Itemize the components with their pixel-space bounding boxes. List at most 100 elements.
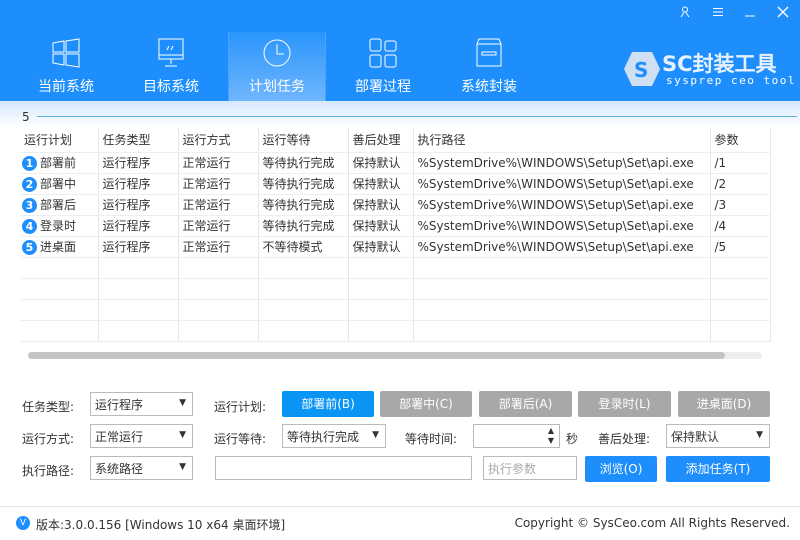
col-header[interactable]: 善后处理	[348, 128, 414, 153]
table-cell: 不等待模式	[258, 236, 349, 258]
task-type-select[interactable]: 运行程序 ▼	[90, 392, 193, 416]
blocks-icon	[369, 38, 397, 68]
dropdown-arrow-icon: ▼	[756, 430, 763, 440]
col-header[interactable]: 任务类型	[98, 128, 179, 153]
clock-icon	[263, 39, 291, 67]
run-mode-select[interactable]: 正常运行 ▼	[90, 424, 193, 448]
table-row[interactable]: 4 登录时 运行程序 正常运行 等待执行完成 保持默认 %SystemDrive%\WIND…	[20, 215, 771, 237]
col-header[interactable]: 参数	[710, 128, 771, 153]
table-cell: /5	[710, 236, 771, 258]
table-cell	[98, 320, 179, 342]
add-task-button[interactable]: 添加任务(T)	[666, 456, 770, 482]
plan-desktop-button[interactable]: 进桌面(D)	[678, 391, 770, 417]
table-cell	[710, 278, 771, 300]
close-icon[interactable]	[773, 6, 793, 22]
path-input[interactable]	[215, 456, 472, 480]
header: 当前系统 目标系统 计划任务 部署过程 系统封装 S SC封装工具 syspre…	[0, 0, 800, 101]
col-header[interactable]: 执行路径	[413, 128, 711, 153]
table-cell: 保持默认	[348, 173, 414, 195]
horizontal-scrollbar[interactable]	[28, 352, 762, 359]
table-cell: 等待执行完成	[258, 194, 349, 216]
plan-during-deploy-button[interactable]: 部署中(C)	[380, 391, 472, 417]
table-cell	[178, 278, 259, 300]
table-cell: 保持默认	[348, 194, 414, 216]
tab-label: 当前系统	[38, 79, 94, 95]
tab-current-system[interactable]: 当前系统	[17, 32, 115, 101]
table-row[interactable]: 2 部署中 运行程序 正常运行 等待执行完成 保持默认 %SystemDrive%\WIND…	[20, 173, 771, 195]
table-cell	[348, 320, 414, 342]
selected-value: 正常运行	[95, 430, 144, 444]
table-cell	[258, 257, 349, 279]
selected-value: 系统路径	[95, 462, 144, 476]
table-cell	[98, 299, 179, 321]
table-cell	[413, 320, 711, 342]
table-cell: 等待执行完成	[258, 215, 349, 237]
task-type-label: 任务类型:	[22, 400, 75, 414]
browse-button[interactable]: 浏览(O)	[585, 456, 657, 482]
table-cell	[20, 257, 99, 279]
spin-arrows-icon[interactable]: ▲ ▼	[548, 426, 554, 446]
after-label: 善后处理:	[598, 432, 651, 446]
table-cell	[413, 299, 711, 321]
table-cell	[178, 257, 259, 279]
table-cell: 3 部署后	[20, 194, 99, 216]
table-cell: 运行程序	[98, 194, 179, 216]
table-cell: 正常运行	[178, 215, 259, 237]
table-cell: 等待执行完成	[258, 173, 349, 195]
table-cell	[413, 257, 711, 279]
scrollbar-thumb[interactable]	[28, 352, 725, 359]
table-row[interactable]	[20, 257, 771, 279]
table-cell	[178, 299, 259, 321]
table-row[interactable]: 5 进桌面 运行程序 正常运行 不等待模式 保持默认 %SystemDrive%\WINDO…	[20, 236, 771, 258]
table-row[interactable]	[20, 320, 771, 342]
table-cell: %SystemDrive%\WINDOWS\Setup\Set\api.exe	[413, 173, 711, 195]
tab-target-system[interactable]: 目标系统	[122, 32, 220, 101]
tab-system-package[interactable]: 系统封装	[440, 32, 538, 101]
version-text: 版本:3.0.0.156 [Windows 10 x64 桌面环境]	[36, 518, 286, 532]
col-header[interactable]: 运行等待	[258, 128, 349, 153]
plan-after-deploy-button[interactable]: 部署后(A)	[479, 391, 572, 417]
table-cell	[348, 257, 414, 279]
table-row[interactable]	[20, 278, 771, 300]
params-input[interactable]: 执行参数	[483, 456, 577, 480]
menu-icon[interactable]	[708, 6, 728, 22]
col-header[interactable]: 运行计划	[20, 128, 99, 153]
plan-login-button[interactable]: 登录时(L)	[578, 391, 671, 417]
cell-text: 部署后	[40, 198, 77, 212]
col-header[interactable]: 运行方式	[178, 128, 259, 153]
path-type-select[interactable]: 系统路径 ▼	[90, 456, 193, 480]
wait-time-stepper[interactable]: ▲ ▼	[473, 424, 560, 448]
table-cell: 正常运行	[178, 152, 259, 174]
version-icon: V	[16, 516, 30, 530]
tab-deploy-process[interactable]: 部署过程	[334, 32, 432, 101]
after-select[interactable]: 保持默认 ▼	[666, 424, 770, 448]
table-row[interactable]: 3 部署后 运行程序 正常运行 等待执行完成 保持默认 %SystemDrive%\WIND…	[20, 194, 771, 216]
user-icon[interactable]	[675, 6, 695, 22]
plan-before-deploy-button[interactable]: 部署前(B)	[282, 391, 374, 417]
run-wait-select[interactable]: 等待执行完成 ▼	[282, 424, 386, 448]
minimize-icon[interactable]	[740, 6, 760, 22]
table-row[interactable]: 1 部署前 运行程序 正常运行 等待执行完成 保持默认 %SystemDrive%\WIND…	[20, 152, 771, 174]
table-cell	[178, 320, 259, 342]
row-number-badge: 1	[22, 156, 37, 171]
table-cell	[348, 299, 414, 321]
cell-text: 登录时	[40, 219, 77, 233]
tab-scheduled-tasks[interactable]: 计划任务	[228, 32, 326, 101]
table-cell: %SystemDrive%\WINDOWS\Setup\Set\api.exe	[413, 194, 711, 216]
run-plan-label: 运行计划:	[214, 400, 267, 414]
tab-label: 部署过程	[355, 79, 411, 95]
table-cell	[710, 299, 771, 321]
table-cell: 1 部署前	[20, 152, 99, 174]
table-cell	[348, 278, 414, 300]
table-cell	[258, 320, 349, 342]
run-wait-label: 运行等待:	[214, 432, 267, 446]
table-cell	[20, 299, 99, 321]
path-label: 执行路径:	[22, 464, 75, 478]
tab-label: 目标系统	[143, 79, 199, 95]
row-number-badge: 5	[22, 240, 37, 255]
table-row[interactable]	[20, 299, 771, 321]
table-cell: %SystemDrive%\WINDOWS\Setup\Set\api.exe	[413, 152, 711, 174]
table-cell: %SystemDrive%\WINDOWS\Setup\Set\api.exe	[413, 236, 711, 258]
table-cell: 等待执行完成	[258, 152, 349, 174]
table-cell	[20, 320, 99, 342]
